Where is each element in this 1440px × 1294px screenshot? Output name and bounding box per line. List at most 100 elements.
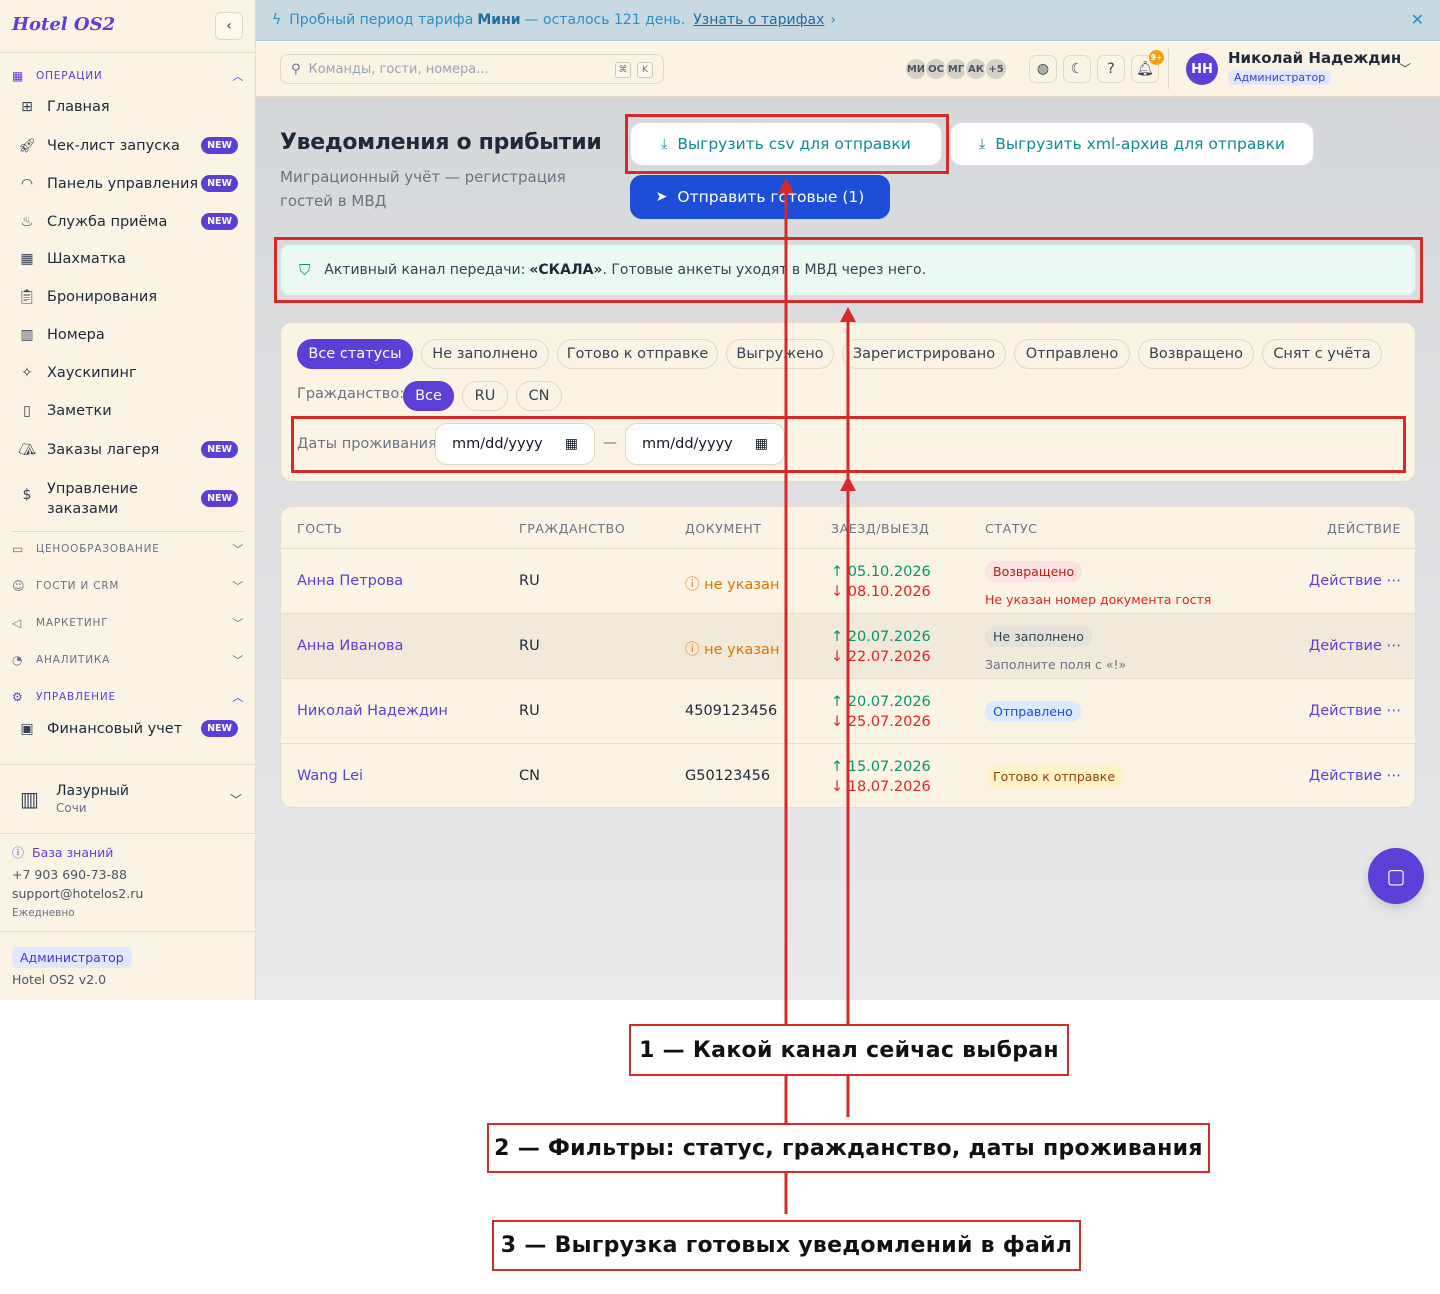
hotel-switcher[interactable]: ▥ Лазурный Сочи ﹀: [20, 780, 242, 818]
citizenship-chip-ru[interactable]: RU: [462, 381, 508, 411]
users-icon: ☺: [12, 579, 26, 593]
section-marketing[interactable]: ◁ МАРКЕТИНГ ﹀: [12, 611, 244, 635]
help-circle-icon: ?: [1107, 61, 1115, 77]
arrow-up-icon: ↑: [831, 759, 848, 775]
guest-name-link[interactable]: Анна Петрова: [297, 573, 403, 589]
section-operations[interactable]: ▦ ОПЕРАЦИИ ︿: [12, 64, 244, 88]
chevron-down-icon: ﹀: [232, 580, 244, 593]
online-users[interactable]: МИ ОС МГ АК +5: [904, 57, 1008, 81]
status-chip-not-filled[interactable]: Не заполнено: [421, 339, 549, 369]
status-chip-sent[interactable]: Отправлено: [1014, 339, 1130, 369]
sidebar-item-launch-checklist[interactable]: 🚀︎ Чек-лист запуска NEW: [18, 137, 238, 154]
sidebar-item-home[interactable]: ⊞ Главная: [18, 99, 238, 115]
support-email[interactable]: support@hotelos2.ru: [12, 886, 143, 901]
new-badge: NEW: [201, 490, 238, 507]
status-chip-exported[interactable]: Выгружено: [726, 339, 834, 369]
chevron-down-icon[interactable]: ﹀: [1399, 60, 1411, 77]
table-row: Николай Надеждин RU 4509123456 ↑ 20.07.2…: [281, 679, 1415, 744]
new-badge: NEW: [201, 441, 238, 458]
divider: [0, 764, 256, 765]
gear-icon: ⚙: [12, 690, 24, 704]
row-action-button[interactable]: Действие ⋯: [1309, 573, 1401, 589]
table-grid-icon: ▦: [20, 251, 34, 267]
sidebar-item-bookings[interactable]: 📋︎ Бронирования: [18, 289, 238, 305]
stay-dates: ↑ 15.07.2026 ↓ 18.07.2026: [831, 759, 931, 795]
citizenship-chip-cn[interactable]: CN: [516, 381, 562, 411]
chevron-down-icon: ﹀: [232, 654, 244, 667]
sidebar-item-housekeeping[interactable]: ✧ Хаускипинг: [18, 365, 238, 381]
search-input[interactable]: ⚲ Команды, гости, номера... ⌘ K: [280, 54, 664, 84]
section-guests-crm[interactable]: ☺ ГОСТИ И CRM ﹀: [12, 574, 244, 598]
table-header: ГОСТЬ ГРАЖДАНСТВО ДОКУМЕНТ ЗАЕЗД/ВЫЕЗД С…: [281, 507, 1415, 549]
send-ready-button[interactable]: ➤ Отправить готовые (1): [630, 175, 890, 219]
status-badge: Отправлено: [985, 701, 1081, 722]
section-pricing[interactable]: ▭ ЦЕНООБРАЗОВАНИЕ ﹀: [12, 537, 244, 561]
brand-logo[interactable]: Hotel OS2: [12, 14, 115, 35]
status-chip-ready[interactable]: Готово к отправке: [557, 339, 718, 369]
guest-name-link[interactable]: Анна Иванова: [297, 638, 403, 654]
close-banner-icon[interactable]: ✕: [1411, 10, 1424, 29]
status-chip-deregistered[interactable]: Снят с учёта: [1262, 339, 1382, 369]
help-button[interactable]: ?: [1097, 55, 1125, 83]
dollar-icon: $: [22, 487, 32, 503]
annotation-label-3: 3 — Выгрузка готовых уведомлений в файл: [492, 1220, 1081, 1271]
section-analytics[interactable]: ◔ АНАЛИТИКА ﹀: [12, 648, 244, 672]
table-row: Wang Lei CN G50123456 ↑ 15.07.2026 ↓ 18.…: [297, 759, 1401, 795]
k-key: K: [637, 62, 653, 78]
trial-banner: ϟ Пробный период тарифа Мини — осталось …: [256, 0, 1440, 41]
search-icon: ⚲: [291, 61, 301, 77]
notifications-button[interactable]: 🔔︎ 9+: [1131, 50, 1164, 83]
guest-name-link[interactable]: Николай Надеждин: [297, 703, 448, 719]
annotation-box-export: [625, 114, 949, 174]
support-phone[interactable]: +7 903 690-73-88: [12, 867, 127, 882]
sidebar-item-chessboard[interactable]: ▦ Шахматка: [18, 251, 238, 267]
row-action-button[interactable]: Действие ⋯: [1309, 768, 1401, 784]
tent-icon: ⛺︎: [18, 441, 36, 458]
building-icon: ▥: [20, 327, 34, 343]
new-badge: NEW: [201, 720, 238, 737]
document-missing: ⓘ не указан: [685, 577, 780, 593]
chat-icon: ▢: [1386, 864, 1406, 888]
user-name[interactable]: Николай Надеждин: [1228, 49, 1401, 67]
status-badge: Готово к отправке: [985, 766, 1124, 787]
arrow-up-icon: ↑: [831, 564, 848, 580]
rocket-icon: 🚀︎: [18, 137, 36, 154]
section-management[interactable]: ⚙ УПРАВЛЕНИЕ ︿: [12, 685, 244, 709]
user-avatar[interactable]: НН: [1186, 53, 1218, 85]
status-chip-returned[interactable]: Возвращено: [1138, 339, 1254, 369]
collapse-sidebar-button[interactable]: ‹: [215, 12, 243, 40]
divider: [0, 52, 256, 53]
table-row: Анна Петрова RU ⓘ не указан ↑ 05.10.2026…: [281, 549, 1415, 614]
annotation-box-channel: [274, 237, 1423, 303]
sidebar-item-camp-orders[interactable]: ⛺︎ Заказы лагеря NEW: [18, 441, 238, 458]
sidebar-item-finance[interactable]: ▣ Финансовый учет NEW: [18, 720, 238, 737]
sidebar-item-rooms[interactable]: ▥ Номера: [18, 327, 238, 343]
row-action-button[interactable]: Действие ⋯: [1309, 638, 1401, 654]
download-icon: ⤓: [979, 136, 986, 152]
palette-icon: ◍: [1036, 61, 1050, 77]
app-version: Hotel OS2 v2.0: [12, 972, 107, 987]
sidebar-item-control-panel[interactable]: ◠ Панель управления NEW: [18, 175, 238, 192]
theme-palette-button[interactable]: ◍: [1029, 55, 1057, 83]
guest-name-link[interactable]: Wang Lei: [297, 768, 363, 784]
arrow-down-icon: ↓: [831, 649, 848, 665]
chevron-down-icon: ﹀: [229, 792, 242, 807]
annotation-label-1: 1 — Какой канал сейчас выбран: [629, 1024, 1069, 1076]
export-xml-button[interactable]: ⤓ Выгрузить xml-архив для отправки: [950, 122, 1314, 166]
citizenship-chip-all[interactable]: Все: [403, 381, 454, 411]
sidebar-item-front-desk[interactable]: ♨ Служба приёма NEW: [18, 213, 238, 230]
moon-icon: ☾: [1070, 61, 1084, 77]
dark-mode-button[interactable]: ☾: [1063, 55, 1091, 83]
alert-circle-icon: ⓘ: [685, 642, 705, 658]
sidebar-item-notes[interactable]: ▯ Заметки: [18, 403, 238, 419]
sidebar-item-order-management[interactable]: $ Управление заказами NEW: [18, 479, 238, 519]
row-action-button[interactable]: Действие ⋯: [1309, 703, 1401, 719]
knowledge-base-link[interactable]: ⓘ База знаний: [12, 844, 113, 861]
pricing-link[interactable]: Узнать о тарифах: [693, 12, 824, 28]
status-chip-registered[interactable]: Зарегистрировано: [842, 339, 1006, 369]
annotation-label-2: 2 — Фильтры: статус, гражданство, даты п…: [487, 1123, 1210, 1173]
divider: [0, 833, 256, 834]
stay-dates: ↑ 20.07.2026 ↓ 22.07.2026: [831, 629, 931, 665]
status-chip-all[interactable]: Все статусы: [297, 339, 413, 369]
chat-button[interactable]: ▢: [1368, 848, 1424, 904]
